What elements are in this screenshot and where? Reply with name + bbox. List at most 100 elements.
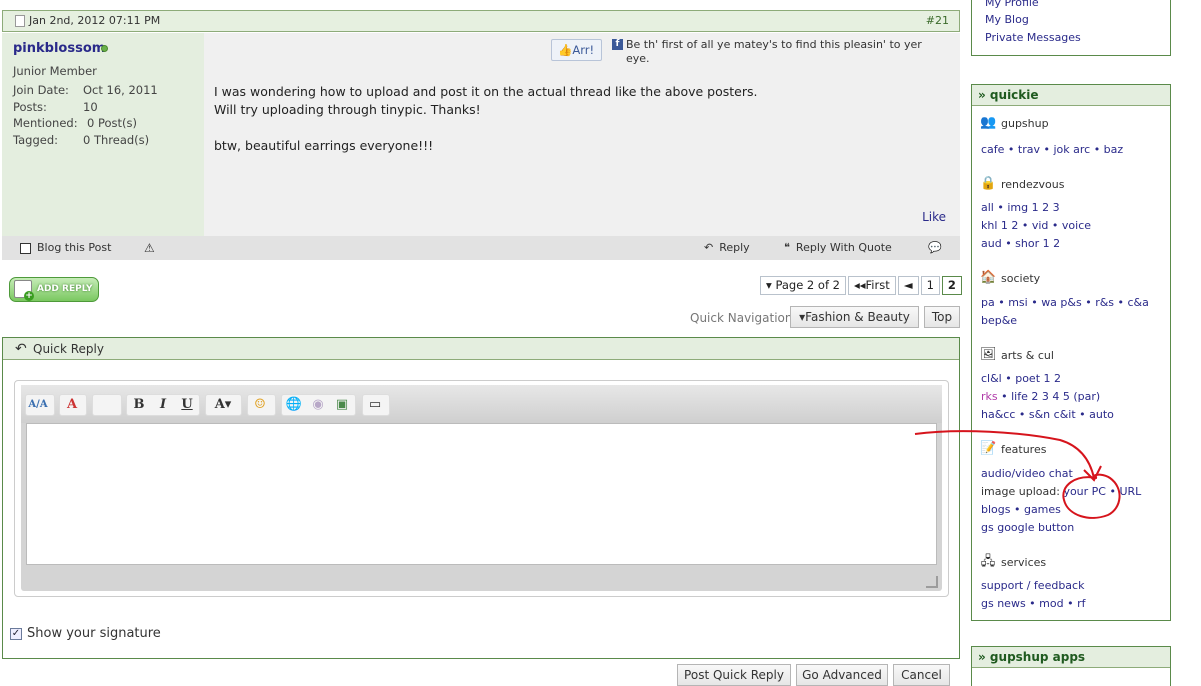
username-link[interactable]: pinkblossom — [13, 41, 105, 56]
font-color-icon[interactable]: A▾ — [206, 395, 240, 415]
toolbar-group — [92, 394, 122, 416]
image-upload-label: image upload: — [981, 485, 1060, 498]
arts-links[interactable]: ha&cc • s&n c&it • auto — [981, 408, 1114, 421]
add-document-icon — [14, 280, 34, 301]
blog-this-post-label: Blog this Post — [37, 241, 112, 254]
link-separator: • — [1105, 485, 1120, 498]
remove-format-icon[interactable]: A — [60, 395, 84, 415]
toolbar-group: B I U — [126, 394, 200, 416]
facebook-icon: f — [612, 39, 623, 50]
arts-links[interactable]: rks • life 2 3 4 5 (par) — [981, 390, 1100, 403]
post-quick-reply-button[interactable]: Post Quick Reply — [677, 664, 791, 686]
post-date: Jan 2nd, 2012 07:11 PM — [29, 14, 161, 27]
underline-icon[interactable]: U — [175, 395, 199, 415]
people-icon: 👥 — [980, 115, 997, 130]
stat-key: Tagged: — [13, 132, 59, 147]
my-profile-link[interactable]: My Profile — [985, 0, 1039, 9]
page-of-label: Page 2 of 2 — [775, 278, 840, 292]
report-post-button[interactable]: ⚠ — [144, 236, 155, 260]
smiley-icon[interactable]: ☺ — [248, 395, 272, 415]
add-reply-label: ADD REPLY — [37, 284, 93, 294]
quick-reply-panel: ↶ Quick Reply A/A A B I U A▾ ☺ 🌐 ◉ ▣ ▭ ✓… — [2, 337, 960, 659]
rendezvous-links[interactable]: khl 1 2 • vid • voice — [981, 219, 1091, 232]
multi-quote-button[interactable]: 💬 — [928, 236, 942, 260]
bold-icon[interactable]: B — [127, 395, 151, 415]
society-links[interactable]: bep&e — [981, 314, 1017, 327]
editor: A/A A B I U A▾ ☺ 🌐 ◉ ▣ ▭ — [21, 385, 942, 591]
features-links[interactable]: blogs • games — [981, 503, 1061, 516]
arr-label: Arr! — [572, 43, 595, 57]
society-links[interactable]: pa • msi • wa p&s • r&s • c&a — [981, 296, 1149, 309]
post-message: I was wondering how to upload and post i… — [214, 83, 757, 155]
first-page-button[interactable]: ◂◂First — [847, 276, 896, 295]
page-selector[interactable]: ▾ Page 2 of 2 — [760, 276, 846, 295]
section-society: 🏠 society — [980, 270, 1040, 286]
message-line: Will try uploading through tinypic. Than… — [214, 102, 481, 117]
url-link[interactable]: URL — [1119, 485, 1141, 498]
home-icon: 🏠 — [980, 270, 997, 285]
quickie-box: » quickie 👥 gupshup cafe • trav • jok ar… — [971, 84, 1171, 621]
resize-handle-icon[interactable] — [926, 576, 938, 588]
toolbar-group: A▾ — [205, 394, 242, 416]
gupshup-apps-box: » gupshup apps — [971, 646, 1171, 686]
section-title: features — [1001, 442, 1047, 456]
show-signature-checkbox[interactable]: ✓ — [10, 627, 22, 640]
italic-icon[interactable]: I — [151, 395, 175, 415]
quote-icon[interactable]: ▭ — [363, 395, 387, 415]
audio-video-chat-link[interactable]: audio/video chat — [981, 467, 1073, 480]
quote-bubble-icon: ❝ — [784, 241, 790, 254]
rks-link[interactable]: rks — [981, 390, 998, 403]
prev-page-button[interactable]: ◄ — [897, 276, 919, 295]
top-button[interactable]: Top — [924, 306, 960, 328]
reply-with-quote-button[interactable]: ❝ Reply With Quote — [784, 236, 892, 260]
stat-key: Mentioned: — [13, 116, 78, 130]
message-line: btw, beautiful earrings everyone!!! — [214, 138, 434, 153]
toolbar-group: A/A — [25, 394, 55, 416]
arts-links[interactable]: cl&l • poet 1 2 — [981, 372, 1061, 385]
toolbar-group: ☺ — [247, 394, 276, 416]
like-link[interactable]: Like — [922, 210, 946, 224]
main-column: Jan 2nd, 2012 07:11 PM #21 pinkblossom J… — [0, 0, 965, 686]
insert-video-icon[interactable]: ▣ — [330, 395, 354, 415]
forum-jump-dropdown[interactable]: ▾Fashion & Beauty — [790, 306, 919, 328]
page-1-link[interactable]: 1 — [920, 276, 940, 295]
my-blog-link[interactable]: My Blog — [985, 13, 1029, 26]
switch-editor-mode-icon[interactable]: A/A — [26, 395, 50, 415]
gupshup-apps-title: » gupshup apps — [972, 647, 1170, 668]
services-links[interactable]: gs news • mod • rf — [981, 597, 1085, 610]
insert-image-icon[interactable]: ◉ — [306, 395, 330, 415]
google-button-link[interactable]: gs google button — [981, 521, 1074, 534]
insert-link-icon[interactable]: 🌐 — [282, 395, 306, 415]
stat-value: 0 Post(s) — [87, 116, 137, 130]
message-textarea[interactable] — [26, 423, 937, 565]
arr-like-button[interactable]: 👍Arr! — [551, 39, 602, 61]
post-footer: Blog this Post ⚠ ↶ Reply ❝ Reply With Qu… — [2, 236, 960, 260]
section-gupshup: 👥 gupshup — [980, 115, 1049, 131]
online-status-icon — [101, 45, 108, 52]
private-messages-link[interactable]: Private Messages — [985, 31, 1081, 44]
network-icon: 🖧 — [980, 554, 996, 569]
toolbar-group: ▭ — [362, 394, 390, 416]
gupshup-links[interactable]: cafe • trav • jok arc • baz — [981, 143, 1123, 156]
reply-with-quote-label: Reply With Quote — [795, 241, 892, 254]
blog-this-post-button[interactable]: Blog this Post — [20, 236, 111, 260]
post-number-link[interactable]: #21 — [926, 11, 949, 31]
support-feedback-link[interactable]: support / feedback — [981, 579, 1084, 592]
section-features: 📝 features — [980, 441, 1046, 457]
show-signature-option[interactable]: ✓ Show your signature — [10, 626, 161, 641]
add-reply-button[interactable]: ADD REPLY — [9, 277, 99, 302]
rendezvous-links[interactable]: all • img 1 2 3 — [981, 201, 1060, 214]
your-pc-link[interactable]: your PC — [1063, 485, 1106, 498]
stat-row: Join Date: Oct 16, 2011 — [13, 82, 158, 99]
first-page-label: First — [865, 278, 890, 292]
document-icon — [15, 15, 25, 27]
section-title: gupshup — [1001, 116, 1049, 130]
rendezvous-links[interactable]: aud • shor 1 2 — [981, 237, 1060, 250]
pagination: ▾ Page 2 of 2 ◂◂First ◄ 1 2 — [760, 276, 962, 296]
section-title: arts & cul — [1001, 348, 1054, 362]
blog-icon — [20, 242, 31, 254]
go-advanced-button[interactable]: Go Advanced — [796, 664, 888, 686]
reply-button[interactable]: ↶ Reply — [704, 236, 750, 260]
section-title: services — [1001, 555, 1047, 569]
cancel-button[interactable]: Cancel — [893, 664, 950, 686]
